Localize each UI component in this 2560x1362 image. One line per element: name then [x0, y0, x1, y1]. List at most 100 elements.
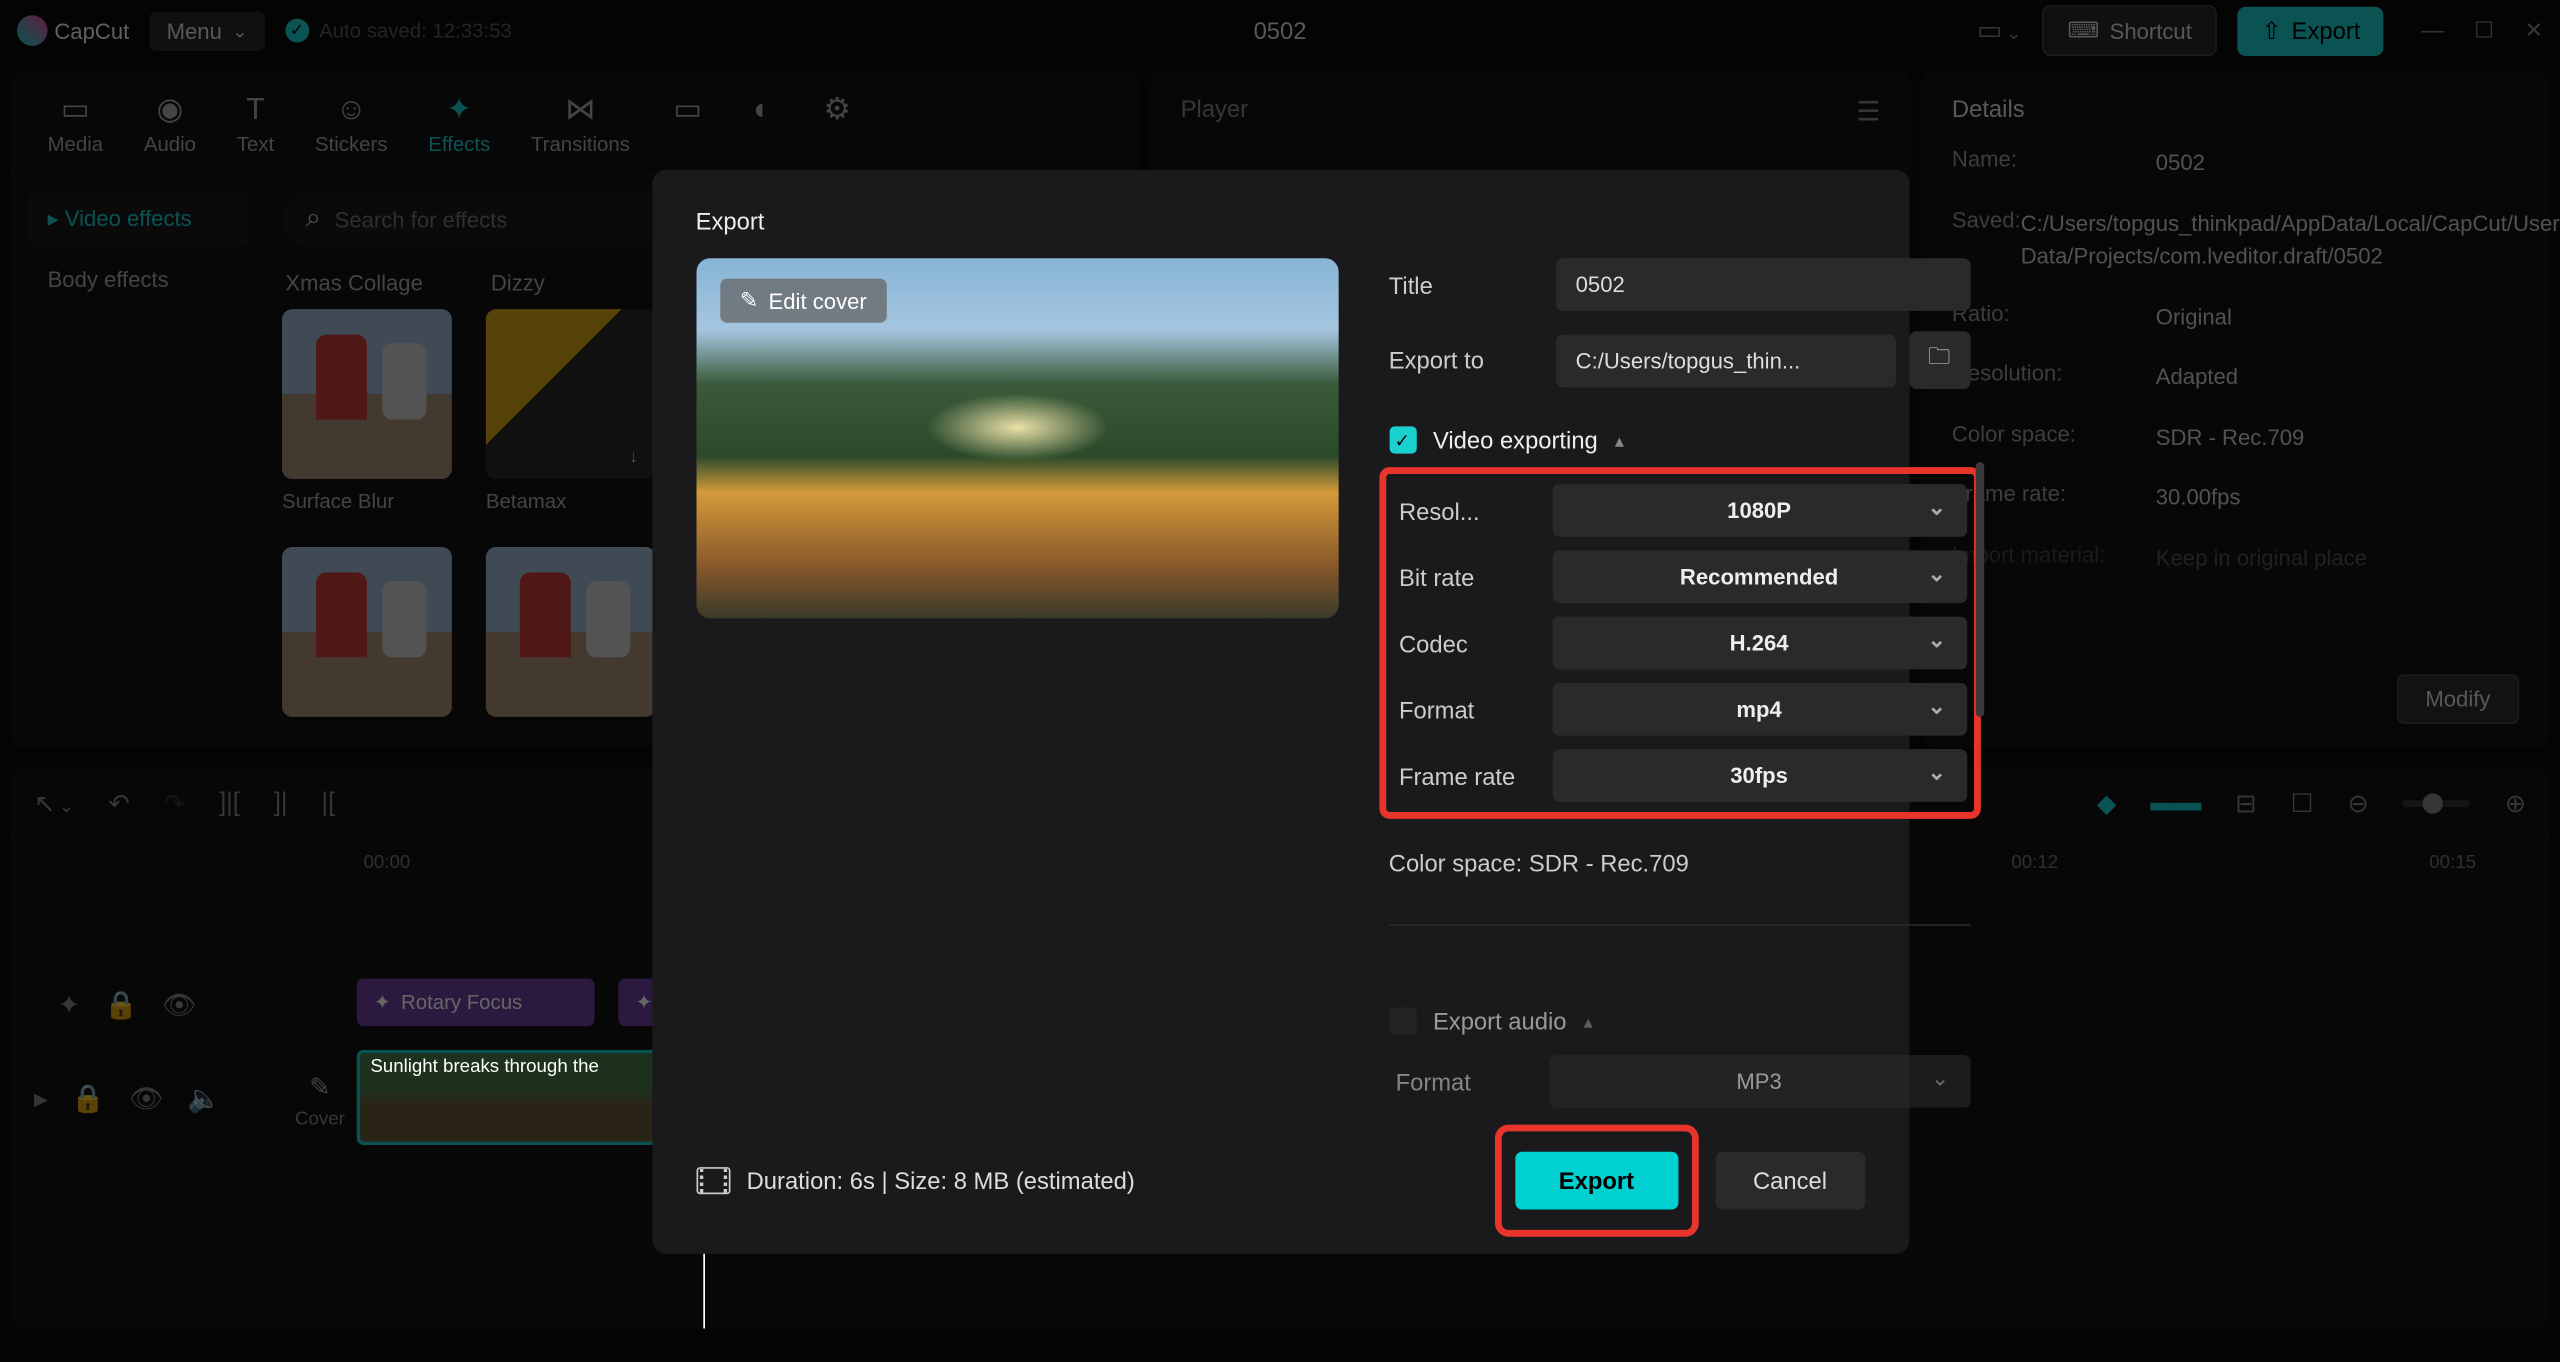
lock-icon[interactable]: 🔒	[71, 1082, 105, 1116]
video-clip[interactable]: Sunlight breaks through the	[357, 1050, 666, 1145]
title-input[interactable]	[1555, 258, 1970, 311]
effect-clip[interactable]: ✦Rotary Focus	[357, 979, 595, 1027]
link-tool[interactable]: ▬▬	[2150, 788, 2201, 817]
export-icon: ⇧	[2262, 16, 2282, 45]
export-top-button[interactable]: ⇧Export	[2238, 6, 2384, 55]
capcut-logo-icon	[17, 15, 48, 46]
effects-category[interactable]: Xmas Collage	[285, 270, 422, 295]
format-select[interactable]: mp4	[1552, 683, 1967, 736]
tab-media[interactable]: ▭Media	[27, 85, 123, 163]
shortcut-button[interactable]: ⌨Shortcut	[2042, 5, 2217, 56]
framerate-select[interactable]: 30fps	[1552, 749, 1967, 802]
edit-cover-button[interactable]: ✎Edit cover	[719, 279, 887, 323]
transitions-icon: ⋈	[563, 92, 597, 126]
export-button[interactable]: Export	[1515, 1152, 1679, 1210]
minimize-button[interactable]: —	[2422, 17, 2444, 44]
eye-icon[interactable]: 👁	[162, 989, 197, 1023]
player-label: Player	[1181, 95, 1881, 122]
effect-item[interactable]: Betamax	[486, 309, 656, 513]
layout-button[interactable]: ▭	[1977, 14, 2022, 48]
color-icon: ◐	[745, 92, 779, 126]
tab-stickers[interactable]: ☺Stickers	[295, 85, 408, 163]
app-name: CapCut	[54, 18, 129, 43]
duration-text: Duration: 6s | Size: 8 MB (estimated)	[747, 1167, 1135, 1194]
bitrate-select[interactable]: Recommended	[1552, 550, 1967, 603]
checkbox-icon: ✓	[1389, 426, 1416, 453]
split-right-tool[interactable]: |[	[322, 788, 336, 817]
resolution-select[interactable]: 1080P	[1552, 484, 1967, 537]
app-logo: CapCut	[17, 15, 129, 46]
zoom-out[interactable]: ⊖	[2347, 787, 2368, 818]
audio-icon: ◉	[153, 92, 187, 126]
video-exporting-check[interactable]: ✓ Video exporting ▴	[1389, 426, 1970, 453]
zoom-slider[interactable]	[2403, 799, 2471, 806]
menu-button[interactable]: Menu	[150, 11, 265, 50]
eye-icon[interactable]: 👁	[129, 1082, 164, 1116]
modify-button[interactable]: Modify	[2397, 674, 2520, 723]
autosave-status: ✓ Auto saved: 12:33:53	[285, 19, 512, 43]
sparkle-icon: ✦	[635, 990, 652, 1014]
sidebar-body-effects[interactable]: Body effects	[27, 253, 248, 306]
preview-tool[interactable]: ☐	[2291, 787, 2314, 818]
effect-item[interactable]: Surface Blur	[282, 309, 452, 513]
browse-folder-button[interactable]: 🗀	[1909, 331, 1970, 389]
tab-transitions[interactable]: ⋈Transitions	[511, 85, 651, 163]
export-to-input[interactable]	[1555, 334, 1895, 387]
tab-adjust[interactable]: ◐	[725, 85, 800, 163]
align-tool[interactable]: ⊟	[2235, 787, 2256, 818]
video-track-head: ▸ 🔒 👁 🔈 ✎ Cover	[10, 1040, 345, 1159]
effects-category[interactable]: Dizzy	[491, 270, 545, 295]
sparkle-icon: ✦	[374, 990, 391, 1014]
video-track-icon[interactable]: ▸	[34, 1082, 48, 1116]
check-icon: ✓	[285, 19, 309, 43]
split-tool[interactable]: ]|[	[219, 788, 240, 817]
effect-item[interactable]	[486, 547, 656, 717]
zoom-in[interactable]: ⊕	[2505, 787, 2526, 818]
audio-format-select[interactable]: MP3	[1548, 1055, 1969, 1108]
effect-item[interactable]	[282, 547, 452, 717]
keyboard-icon: ⌨	[2068, 17, 2100, 44]
redo-button[interactable]: ↷	[164, 787, 185, 818]
tab-audio[interactable]: ◉Audio	[123, 85, 216, 163]
tab-filters[interactable]: ▭	[650, 85, 725, 163]
split-left-tool[interactable]: ]|	[274, 788, 288, 817]
cover-button[interactable]: ✎ Cover	[295, 1069, 345, 1130]
dialog-title: Export	[696, 207, 1865, 234]
effects-icon: ✦	[442, 92, 476, 126]
undo-button[interactable]: ↶	[108, 787, 129, 818]
maximize-button[interactable]: ☐	[2474, 17, 2494, 44]
title-label: Title	[1389, 271, 1542, 298]
export-to-label: Export to	[1389, 347, 1542, 374]
chevron-up-icon: ▴	[1615, 429, 1624, 451]
mute-icon[interactable]: 🔈	[187, 1082, 221, 1116]
cover-preview: ✎Edit cover	[696, 258, 1338, 618]
stickers-icon: ☺	[334, 92, 368, 126]
sliders-icon: ⚙	[820, 92, 854, 126]
sidebar-video-effects[interactable]: Video effects	[27, 192, 248, 246]
pencil-icon: ✎	[301, 1069, 338, 1106]
cancel-button[interactable]: Cancel	[1716, 1152, 1865, 1210]
sparkle-icon[interactable]: ✦	[58, 989, 81, 1023]
tab-text[interactable]: TText	[216, 85, 294, 163]
details-panel: Details Name:0502 Saved:C:/Users/topgus_…	[1921, 71, 2550, 747]
selection-tool[interactable]: ↖	[34, 787, 74, 818]
filters-icon: ▭	[671, 92, 705, 126]
media-icon: ▭	[58, 92, 92, 126]
export-dialog: Export ✎Edit cover Title Export to	[651, 170, 1908, 1254]
project-title: 0502	[1254, 17, 1307, 44]
player-menu-icon[interactable]: ☰	[1856, 95, 1880, 129]
scrollbar[interactable]	[1975, 462, 1983, 717]
codec-select[interactable]: H.264	[1552, 617, 1967, 670]
tab-effects[interactable]: ✦Effects	[408, 85, 511, 163]
tab-controls[interactable]: ⚙	[800, 85, 875, 163]
snap-tool[interactable]: ◆	[2097, 787, 2117, 818]
folder-icon: 🗀	[1928, 341, 1951, 378]
export-audio-check[interactable]: Export audio ▴	[1389, 1007, 1970, 1034]
effects-track-head: ✦ 🔒 👁	[10, 972, 345, 1040]
color-space-text: Color space: SDR - Rec.709	[1389, 849, 1970, 876]
text-icon: T	[238, 92, 272, 126]
lock-icon[interactable]: 🔒	[104, 989, 138, 1023]
search-icon: ⌕	[306, 204, 321, 235]
highlighted-export-button: Export	[1494, 1125, 1698, 1237]
close-button[interactable]: ✕	[2525, 17, 2544, 44]
